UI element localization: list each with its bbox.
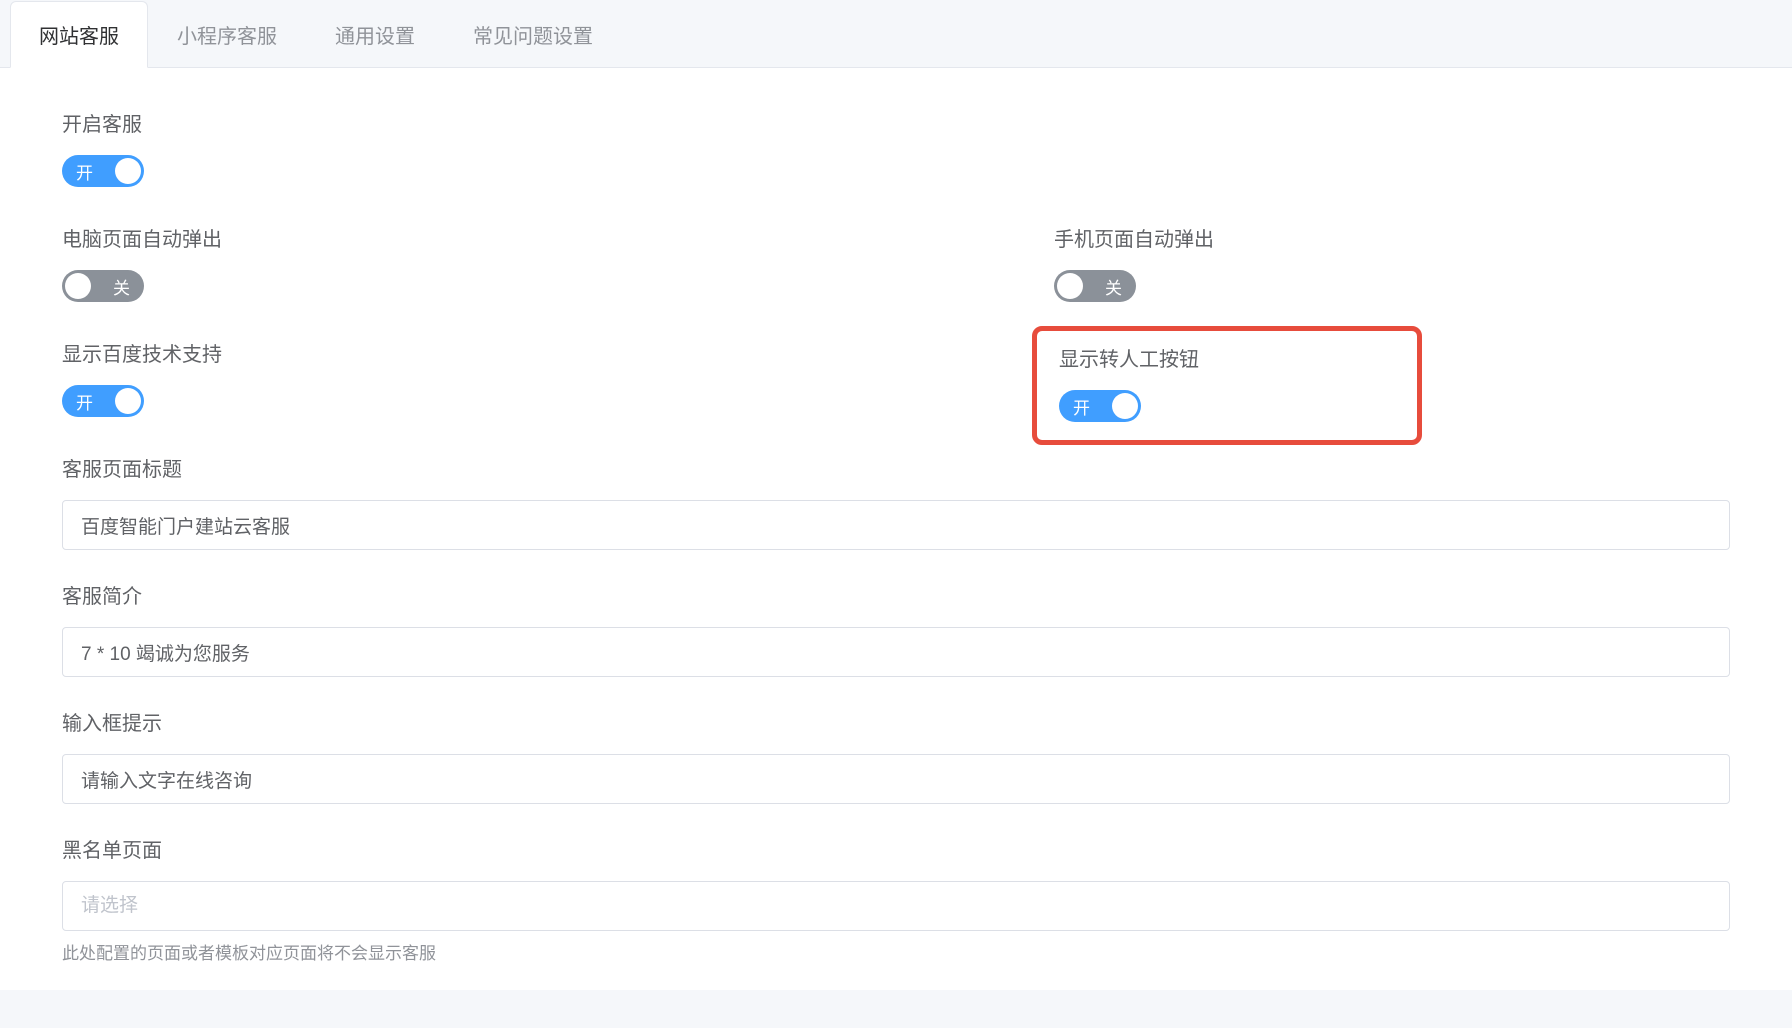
label-desktop-popup: 电脑页面自动弹出 — [62, 223, 1054, 252]
label-placeholder-hint: 输入框提示 — [62, 707, 1730, 736]
field-mobile-popup: 手机页面自动弹出 关 — [1054, 223, 1214, 302]
field-blacklist: 黑名单页面 此处配置的页面或者模板对应页面将不会显示客服 — [62, 834, 1730, 964]
field-human-button: 显示转人工按钮 开 — [1059, 343, 1395, 422]
input-page-title[interactable] — [62, 500, 1730, 550]
label-page-title: 客服页面标题 — [62, 453, 1730, 482]
row-popup: 电脑页面自动弹出 关 手机页面自动弹出 关 — [62, 223, 1730, 338]
switch-knob — [1057, 273, 1083, 299]
switch-knob — [115, 388, 141, 414]
switch-human-button[interactable]: 开 — [1059, 390, 1141, 422]
field-baidu-support: 显示百度技术支持 开 — [62, 338, 1054, 417]
field-intro: 客服简介 — [62, 580, 1730, 677]
switch-off-text: 关 — [1105, 274, 1122, 299]
switch-baidu-support[interactable]: 开 — [62, 385, 144, 417]
tab-content: 开启客服 开 电脑页面自动弹出 关 手机页面自动弹出 — [0, 68, 1792, 990]
help-blacklist: 此处配置的页面或者模板对应页面将不会显示客服 — [62, 939, 1730, 964]
switch-knob — [65, 273, 91, 299]
tabs-bar: 网站客服 小程序客服 通用设置 常见问题设置 — [0, 0, 1792, 68]
switch-knob — [1112, 393, 1138, 419]
switch-knob — [115, 158, 141, 184]
field-desktop-popup: 电脑页面自动弹出 关 — [62, 223, 1054, 302]
tab-general-settings[interactable]: 通用设置 — [306, 1, 444, 68]
switch-on-text: 开 — [1073, 394, 1090, 419]
col-desktop-popup: 电脑页面自动弹出 关 — [62, 223, 1054, 338]
label-human-button: 显示转人工按钮 — [1059, 343, 1395, 372]
field-page-title: 客服页面标题 — [62, 453, 1730, 550]
label-intro: 客服简介 — [62, 580, 1730, 609]
tab-miniprogram-service[interactable]: 小程序客服 — [148, 1, 306, 68]
row-support-human: 显示百度技术支持 开 显示转人工按钮 开 — [62, 338, 1730, 453]
switch-off-text: 关 — [113, 274, 130, 299]
switch-on-text: 开 — [76, 389, 93, 414]
label-enable-service: 开启客服 — [62, 108, 1730, 137]
label-blacklist: 黑名单页面 — [62, 834, 1730, 863]
label-mobile-popup: 手机页面自动弹出 — [1054, 223, 1214, 252]
tab-faq-settings[interactable]: 常见问题设置 — [444, 1, 622, 68]
select-blacklist[interactable] — [62, 881, 1730, 931]
tab-website-service[interactable]: 网站客服 — [10, 1, 148, 68]
switch-desktop-popup[interactable]: 关 — [62, 270, 144, 302]
col-baidu-support: 显示百度技术支持 开 — [62, 338, 1054, 453]
switch-mobile-popup[interactable]: 关 — [1054, 270, 1136, 302]
col-mobile-popup: 手机页面自动弹出 关 — [1054, 223, 1214, 338]
switch-on-text: 开 — [76, 159, 93, 184]
input-placeholder-hint[interactable] — [62, 754, 1730, 804]
field-enable-service: 开启客服 开 — [62, 108, 1730, 187]
field-placeholder-hint: 输入框提示 — [62, 707, 1730, 804]
label-baidu-support: 显示百度技术支持 — [62, 338, 1054, 367]
switch-enable-service[interactable]: 开 — [62, 155, 144, 187]
col-human-button: 显示转人工按钮 开 — [1054, 338, 1422, 453]
input-intro[interactable] — [62, 627, 1730, 677]
settings-page: 网站客服 小程序客服 通用设置 常见问题设置 开启客服 开 电脑页面自动弹出 关 — [0, 0, 1792, 990]
highlight-human-button: 显示转人工按钮 开 — [1032, 326, 1422, 445]
